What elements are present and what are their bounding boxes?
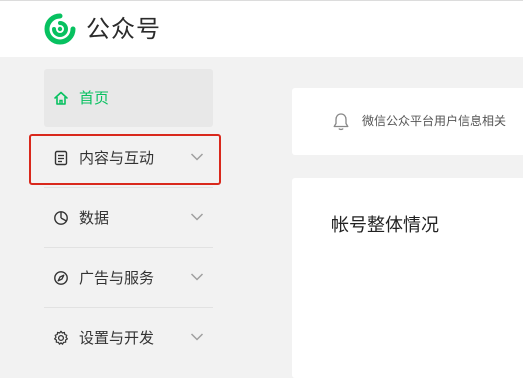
sidebar-item-content-interaction[interactable]: 内容与互动 (44, 129, 213, 187)
document-icon (54, 150, 68, 166)
brand-title: 公众号 (86, 15, 161, 43)
bell-icon (333, 113, 349, 131)
sidebar-item-label: 内容与互动 (79, 149, 155, 167)
sidebar-item-label: 设置与开发 (79, 329, 155, 347)
top-bar: 公众号 (0, 0, 523, 57)
chevron-down-icon[interactable] (190, 272, 204, 282)
sidebar-divider (44, 187, 213, 188)
sidebar-item-ads-services[interactable]: 广告与服务 (44, 249, 213, 307)
sidebar-item-home[interactable]: 首页 (44, 69, 213, 127)
wechat-official-account-logo[interactable] (44, 13, 76, 45)
account-overview-card: 帐号整体情况 (292, 178, 523, 378)
sidebar-item-label: 数据 (79, 209, 110, 227)
sidebar-item-label: 首页 (79, 89, 110, 107)
sidebar-divider (44, 247, 213, 248)
account-overview-title: 帐号整体情况 (331, 215, 439, 236)
pie-chart-icon (54, 211, 68, 225)
sidebar-item-settings-development[interactable]: 设置与开发 (44, 309, 213, 367)
sidebar-divider (44, 307, 213, 308)
sidebar-item-label: 广告与服务 (79, 269, 155, 287)
notice-card[interactable]: 微信公众平台用户信息相关 (292, 88, 523, 155)
home-icon (54, 91, 68, 105)
chevron-down-icon[interactable] (190, 332, 204, 342)
notice-text[interactable]: 微信公众平台用户信息相关 (362, 112, 506, 130)
gear-icon (54, 330, 68, 345)
chevron-down-icon[interactable] (190, 212, 204, 222)
compass-icon (54, 271, 68, 285)
chevron-down-icon[interactable] (190, 152, 204, 162)
sidebar-item-data[interactable]: 数据 (44, 189, 213, 247)
